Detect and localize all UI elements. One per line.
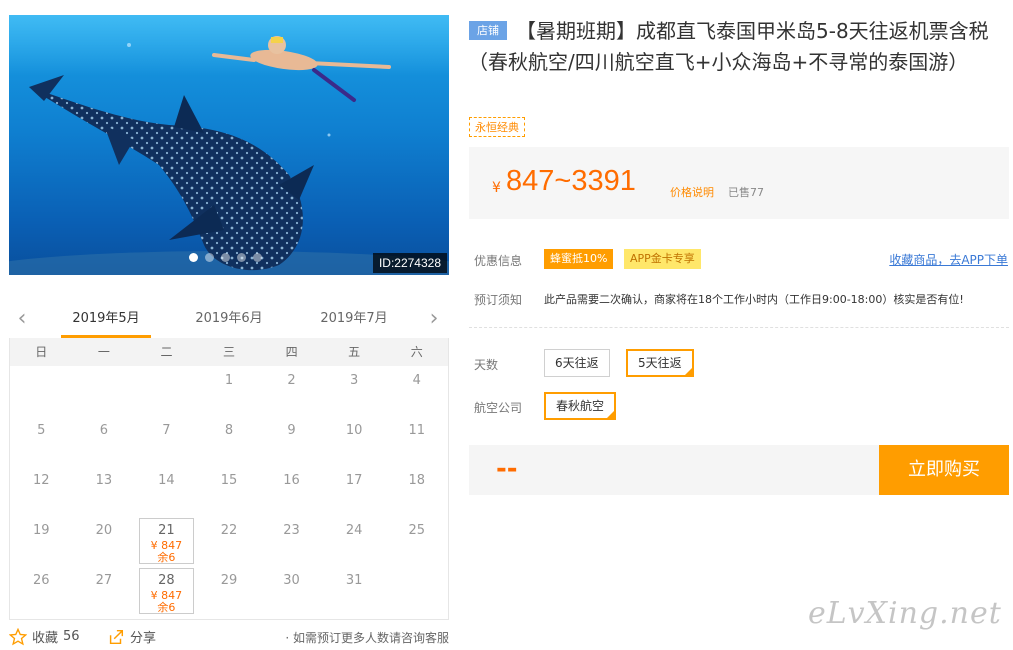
weekday-label: 四	[285, 345, 298, 359]
favorite-label: 收藏	[32, 631, 59, 646]
calendar-day: 18	[408, 473, 425, 488]
star-icon	[9, 627, 27, 645]
option-5-days[interactable]: 5天往返	[626, 349, 694, 377]
price-explanation-link[interactable]: 价格说明	[670, 184, 714, 200]
carousel-dot[interactable]	[189, 253, 198, 262]
section-divider	[469, 327, 1009, 328]
calendar-day: 14	[158, 473, 175, 488]
calendar-day: 1	[224, 373, 234, 388]
selected-price: --	[496, 454, 518, 484]
buy-now-button[interactable]: 立即购买	[879, 445, 1009, 495]
calendar-day: 4	[412, 373, 421, 388]
product-hero-image[interactable]: ID:2274328	[9, 15, 449, 275]
share-button[interactable]: 分享	[107, 627, 156, 646]
calendar-day: 6	[99, 423, 108, 438]
calendar-blank	[135, 366, 198, 416]
shop-badge: 店铺	[469, 21, 507, 40]
weekday-label: 二	[160, 345, 173, 359]
favorite-app-link[interactable]: 收藏商品，去APP下单	[889, 251, 1008, 268]
calendar-day: 20	[95, 523, 113, 538]
price-panel: ¥ 847~3391 价格说明 已售77	[469, 147, 1009, 219]
purchase-bar: -- 立即购买	[469, 445, 1009, 495]
site-watermark: eLvXing.net	[808, 596, 1002, 631]
calendar-day: 12	[33, 473, 50, 488]
calendar-day: 7	[162, 423, 171, 438]
option-6-days[interactable]: 6天往返	[544, 349, 610, 377]
calendar-day: 8	[224, 423, 234, 438]
share-label: 分享	[130, 631, 157, 646]
weekday-label: 一	[97, 345, 110, 359]
calendar-day: 27	[95, 573, 113, 588]
prev-month-icon[interactable]: ‹	[11, 306, 33, 332]
currency-symbol: ¥	[492, 180, 501, 196]
calendar-day: 25	[408, 523, 425, 538]
carousel-dot[interactable]	[221, 253, 230, 262]
calendar-day: 31	[345, 573, 363, 588]
calendar-day: 13	[95, 473, 113, 488]
calendar-day: 10	[345, 423, 363, 438]
weekday-label: 三	[223, 345, 236, 359]
calendar-blank	[10, 366, 73, 416]
calendar-day-available[interactable]: 21 ¥ 847 余6	[139, 518, 194, 564]
tab-month-june[interactable]: 2019年6月	[184, 308, 274, 338]
carousel-dot[interactable]	[205, 253, 214, 262]
day-number: 28	[158, 573, 175, 588]
airline-label: 航空公司	[474, 401, 523, 415]
carousel-dot[interactable]	[253, 253, 262, 262]
carousel-dots	[189, 253, 262, 262]
day-stock: 余6	[157, 551, 176, 564]
month-selector: ‹ 2019年5月 2019年6月 2019年7月 ›	[9, 300, 449, 338]
calendar-day: 24	[345, 523, 363, 538]
app-gold-card-badge: APP金卡专享	[624, 249, 701, 269]
calendar-day: 11	[408, 423, 425, 438]
classic-tag: 永恒经典	[469, 117, 525, 137]
calendar-day: 19	[33, 523, 50, 538]
calendar-day: 29	[220, 573, 238, 588]
promo-label: 优惠信息	[474, 254, 523, 268]
day-number: 21	[158, 523, 175, 538]
product-id-label: ID:2274328	[372, 253, 447, 273]
option-spring-airlines[interactable]: 春秋航空	[544, 392, 617, 420]
calendar-day: 16	[283, 473, 300, 488]
honey-discount-badge: 蜂蜜抵10%	[544, 249, 614, 269]
product-title: 【暑期班期】成都直飞泰国甲米岛5-8天往返机票含税（春秋航空/四川航空直飞+小众…	[468, 19, 989, 74]
sold-count: 已售77	[728, 186, 764, 199]
date-calendar: 日 一 二 三 四 五 六 1 2 3 4 5 6 7 8 9 10 11 12 13 14 15 16 17 1…	[9, 338, 449, 620]
calendar-day: 15	[220, 473, 238, 488]
calendar-day: 2	[287, 373, 296, 388]
calendar-day: 22	[220, 523, 238, 538]
calendar-blank	[73, 366, 136, 416]
days-label: 天数	[474, 358, 499, 372]
next-month-icon[interactable]: ›	[423, 306, 445, 332]
weekday-label: 五	[348, 345, 361, 359]
calendar-day: 17	[345, 473, 363, 488]
calendar-day: 30	[283, 573, 300, 588]
calendar-day: 26	[33, 573, 50, 588]
calendar-day-available[interactable]: 28 ¥ 847 余6	[139, 568, 194, 614]
favorite-button[interactable]: 收藏 56	[9, 627, 80, 646]
booking-notice-label: 预订须知	[474, 293, 523, 307]
booking-notice-text: 此产品需要二次确认，商家将在18个工作小时内（工作日9:00-18:00）核实是…	[544, 293, 964, 306]
tab-month-may[interactable]: 2019年5月	[61, 308, 151, 338]
carousel-dot[interactable]	[237, 253, 246, 262]
whale-shark-photo	[9, 15, 449, 275]
tab-month-july[interactable]: 2019年7月	[309, 308, 399, 338]
action-bar: 收藏 56 分享 · 如需预订更多人数请咨询客服	[9, 627, 449, 649]
calendar-grid: 1 2 3 4 5 6 7 8 9 10 11 12 13 14 15 16 17 18 19 20 21 ¥ 847 余6…	[10, 366, 448, 616]
consult-note: · 如需预订更多人数请咨询客服	[285, 631, 449, 645]
weekday-label: 日	[35, 345, 48, 359]
weekday-label: 六	[410, 345, 423, 359]
calendar-day: 3	[349, 373, 359, 388]
weekday-header: 日 一 二 三 四 五 六	[10, 338, 448, 366]
calendar-day: 5	[37, 423, 46, 438]
day-stock: 余6	[157, 601, 176, 614]
calendar-day: 23	[283, 523, 300, 538]
calendar-day: 9	[287, 423, 296, 438]
share-icon	[109, 629, 124, 644]
favorite-count: 56	[63, 629, 80, 644]
price-range: 847~3391	[506, 165, 636, 197]
